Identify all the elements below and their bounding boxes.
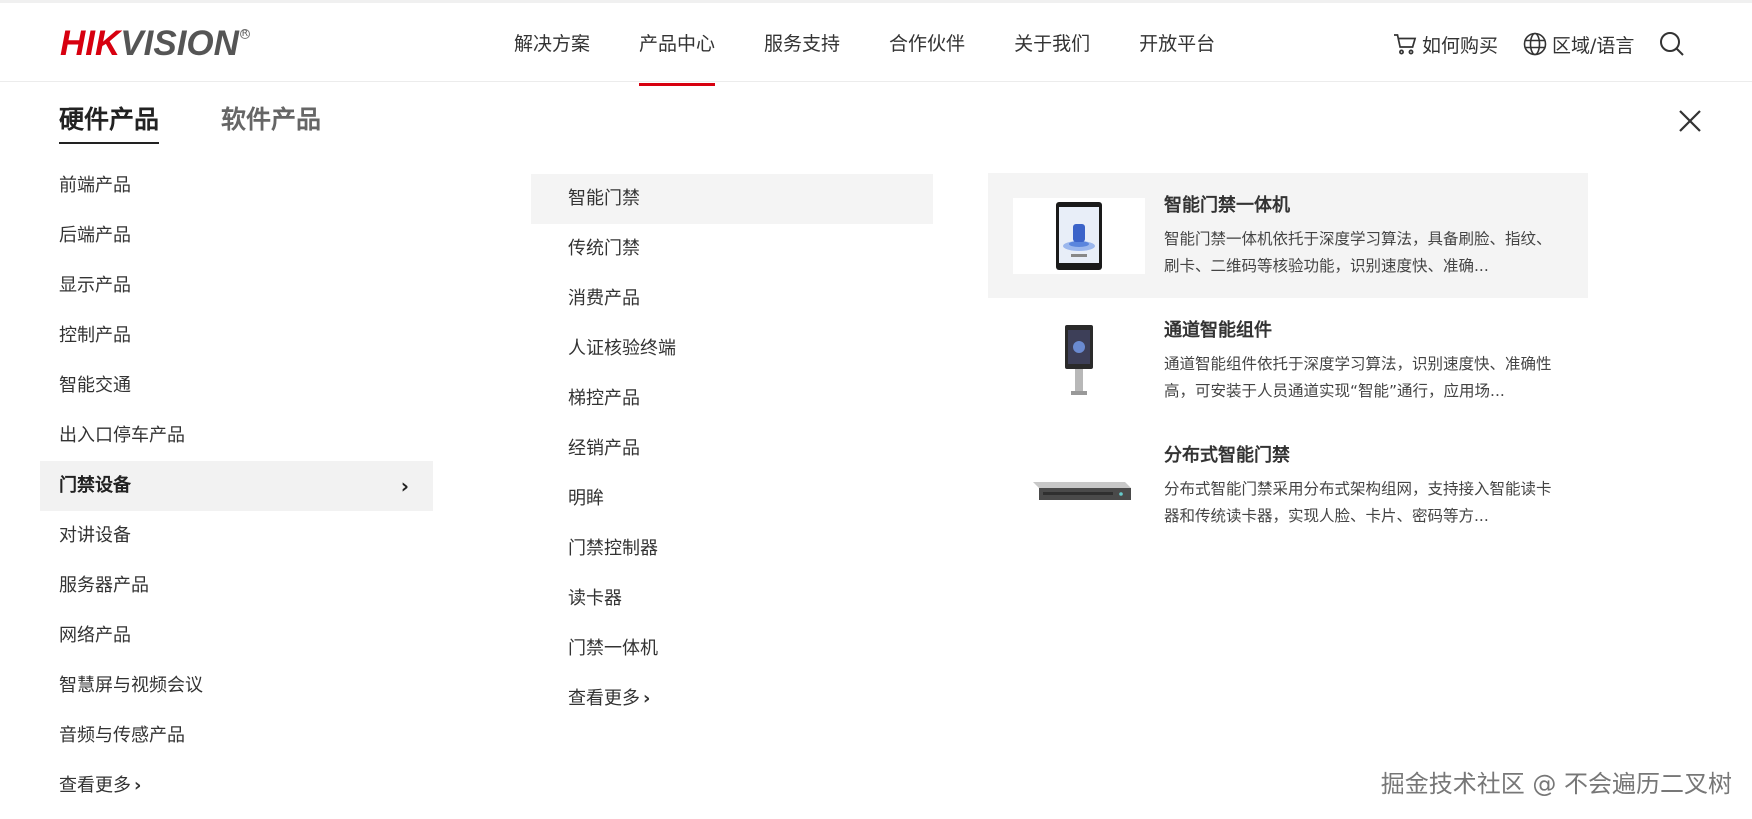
how-to-buy-label: 如何购买 [1422,34,1499,57]
top-navigation-bar: HIKVISION R 解决方案 产品中心 服务支持 合作伙伴 关于我们 开放平… [0,0,1752,86]
chevron-right-icon: › [643,688,651,709]
category-item[interactable]: 音频与传感产品 [40,711,433,761]
tab-hardware[interactable]: 硬件产品 [59,100,160,144]
product-image-access-terminal [1013,198,1145,274]
product-card[interactable]: 通道智能组件 通道智能组件依托于深度学习算法，识别速度快、准确性高，可安装于人员… [988,298,1588,423]
logo-text: HIKVISION [60,24,239,63]
product-title: 通道智能组件 [1164,320,1272,341]
registered-mark: R [239,29,250,39]
product-description: 通道智能组件依托于深度学习算法，识别速度快、准确性高，可安装于人员通道实现“智能… [1164,355,1552,400]
search-button[interactable] [1658,30,1690,58]
subcategory-item[interactable]: 门禁一体机 [531,624,933,674]
main-nav: 解决方案 产品中心 服务支持 合作伙伴 关于我们 开放平台 [514,3,1264,86]
hikvision-logo[interactable]: HIKVISION R [60,25,250,65]
nav-item-about[interactable]: 关于我们 [1014,3,1090,85]
header-tools: 如何购买 区域/语言 [1392,3,1690,85]
subcategory-item[interactable]: 读卡器 [531,574,933,624]
product-card[interactable]: 分布式智能门禁 分布式智能门禁采用分布式架构组网，支持接入智能读卡器和传统读卡器… [988,423,1588,548]
subcategory-item[interactable]: 传统门禁 [531,224,933,274]
category-item[interactable]: 前端产品 [40,161,433,211]
category-item[interactable]: 智能交通 [40,361,433,411]
product-type-tabs: 硬件产品 软件产品 [59,100,383,144]
nav-item-open-platform[interactable]: 开放平台 [1139,3,1215,85]
rack-device-icon [1033,482,1131,500]
tablet-device-icon [1056,202,1102,270]
category-item[interactable]: 控制产品 [40,311,433,361]
subcategory-list: 智能门禁 传统门禁 消费产品 人证核验终端 梯控产品 经销产品 明眸 门禁控制器… [531,174,933,724]
nav-item-support[interactable]: 服务支持 [764,3,840,85]
subcategory-item[interactable]: 经销产品 [531,424,933,474]
product-title: 智能门禁一体机 [1164,195,1290,216]
cart-icon [1394,34,1417,55]
category-list: 前端产品 后端产品 显示产品 控制产品 智能交通 出入口停车产品 门禁设备 › … [40,161,433,811]
kiosk-device-icon [1065,325,1093,395]
region-language-link[interactable]: 区域/语言 [1522,31,1634,58]
nav-item-products[interactable]: 产品中心 [639,3,716,86]
subcategory-item[interactable]: 明眸 [531,474,933,524]
product-image-turnstile-component [1013,323,1145,399]
tab-software[interactable]: 软件产品 [221,100,321,144]
close-menu-button[interactable] [1675,106,1705,136]
subcategory-more-link[interactable]: 查看更多 › [531,674,933,724]
subcategory-item[interactable]: 梯控产品 [531,374,933,424]
category-more-link[interactable]: 查看更多 › [40,761,433,811]
category-item-label: 门禁设备 [59,475,131,496]
category-item[interactable]: 服务器产品 [40,561,433,611]
more-label: 查看更多 [59,775,131,796]
category-item[interactable]: 显示产品 [40,261,433,311]
chevron-right-icon: › [134,775,142,796]
subcategory-item[interactable]: 人证核验终端 [531,324,933,374]
category-item[interactable]: 对讲设备 [40,511,433,561]
subcategory-item[interactable]: 消费产品 [531,274,933,324]
product-description: 智能门禁一体机依托于深度学习算法，具备刷脸、指纹、刷卡、二维码等核验功能，识别速… [1164,230,1552,275]
subcategory-item[interactable]: 智能门禁 [531,174,933,224]
category-item-access-control[interactable]: 门禁设备 › [40,461,433,511]
category-item[interactable]: 后端产品 [40,211,433,261]
product-title: 分布式智能门禁 [1164,445,1290,466]
category-item[interactable]: 网络产品 [40,611,433,661]
product-list: 智能门禁一体机 智能门禁一体机依托于深度学习算法，具备刷脸、指纹、刷卡、二维码等… [988,173,1588,548]
product-description: 分布式智能门禁采用分布式架构组网，支持接入智能读卡器和传统读卡器，实现人脸、卡片… [1164,480,1552,525]
close-icon [1679,110,1701,132]
how-to-buy-link[interactable]: 如何购买 [1392,31,1498,58]
nav-item-partners[interactable]: 合作伙伴 [889,3,965,85]
product-image-distributed-controller [1013,448,1145,524]
more-label: 查看更多 [568,688,640,709]
category-item[interactable]: 智慧屏与视频会议 [40,661,433,711]
nav-item-solutions[interactable]: 解决方案 [514,3,590,85]
subcategory-item[interactable]: 门禁控制器 [531,524,933,574]
watermark: 掘金技术社区 @ 不会遍历二叉树 [1380,770,1732,798]
category-item[interactable]: 出入口停车产品 [40,411,433,461]
chevron-right-icon: › [400,474,409,498]
product-card[interactable]: 智能门禁一体机 智能门禁一体机依托于深度学习算法，具备刷脸、指纹、刷卡、二维码等… [988,173,1588,298]
search-icon [1660,32,1685,56]
globe-icon [1523,32,1547,56]
region-language-label: 区域/语言 [1552,34,1635,57]
